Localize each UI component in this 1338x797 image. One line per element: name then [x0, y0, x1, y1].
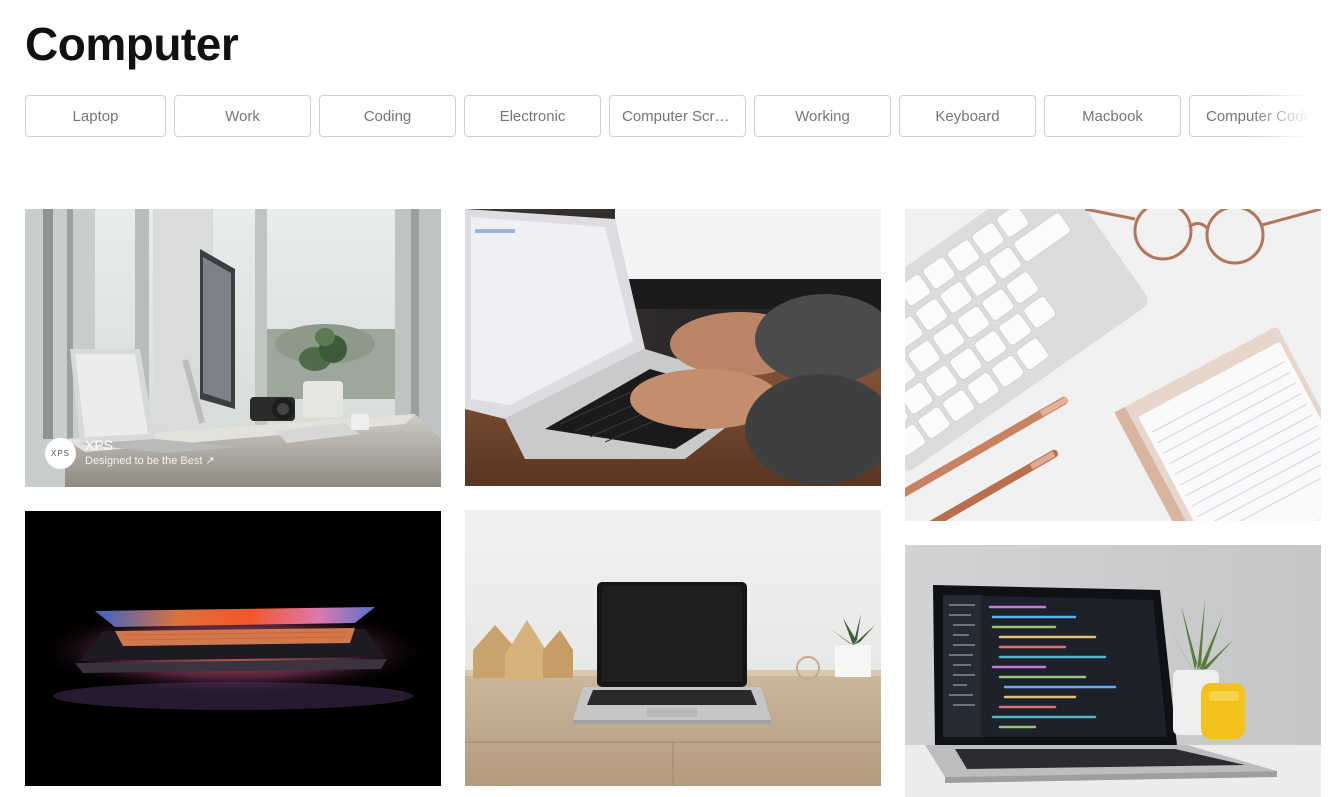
photo-glowing-laptop-image — [25, 511, 441, 786]
chip-label: Computer Screen — [622, 107, 733, 125]
chip-label: Working — [795, 107, 850, 125]
chip-laptop[interactable]: Laptop — [25, 95, 166, 137]
chip-label: Laptop — [72, 107, 119, 125]
photo-laptop-on-desk-image — [465, 510, 881, 786]
sponsor-name: XPS — [85, 437, 114, 453]
photo-hands-typing[interactable] — [465, 209, 881, 486]
photo-keyboard-flatlay[interactable] — [905, 209, 1321, 521]
photo-code-laptop[interactable] — [905, 545, 1321, 797]
chip-keyboard[interactable]: Keyboard — [899, 95, 1036, 137]
photo-desk-by-window[interactable]: XPS XPS Designed to be the Best ↗ — [25, 209, 441, 487]
chip-working[interactable]: Working — [754, 95, 891, 137]
chip-label: Macbook — [1082, 107, 1143, 125]
photo-laptop-on-desk[interactable] — [465, 510, 881, 786]
sponsor-tagline: Designed to be the Best ↗ — [85, 453, 215, 469]
photo-hands-typing-image — [465, 209, 881, 486]
chip-computer-code[interactable]: Computer Code — [1189, 95, 1321, 137]
chip-electronic[interactable]: Electronic — [464, 95, 601, 137]
sponsor-tagline-text: Designed to be the Best — [85, 455, 203, 467]
chip-macbook[interactable]: Macbook — [1044, 95, 1181, 137]
chip-label: Work — [225, 107, 260, 125]
photo-code-laptop-image — [905, 545, 1321, 797]
chip-computer-screen[interactable]: Computer Screen — [609, 95, 746, 137]
chip-coding[interactable]: Coding — [319, 95, 456, 137]
related-searches: Laptop Work Coding Electronic Computer S… — [25, 95, 1321, 137]
photo-glowing-laptop[interactable] — [25, 511, 441, 786]
chip-work[interactable]: Work — [174, 95, 311, 137]
chip-label: Electronic — [499, 107, 566, 125]
chip-label: Keyboard — [935, 107, 1000, 125]
sponsor-badge[interactable]: XPS XPS Designed to be the Best ↗ — [45, 437, 215, 469]
chip-label: Computer Code — [1206, 107, 1312, 125]
sponsor-text: XPS Designed to be the Best ↗ — [85, 437, 215, 469]
photo-keyboard-flatlay-image — [905, 209, 1321, 521]
external-arrow-icon: ↗ — [205, 455, 215, 467]
chip-label: Coding — [363, 107, 412, 125]
sponsor-logo: XPS — [45, 437, 76, 469]
page-title: Computer — [25, 18, 239, 70]
